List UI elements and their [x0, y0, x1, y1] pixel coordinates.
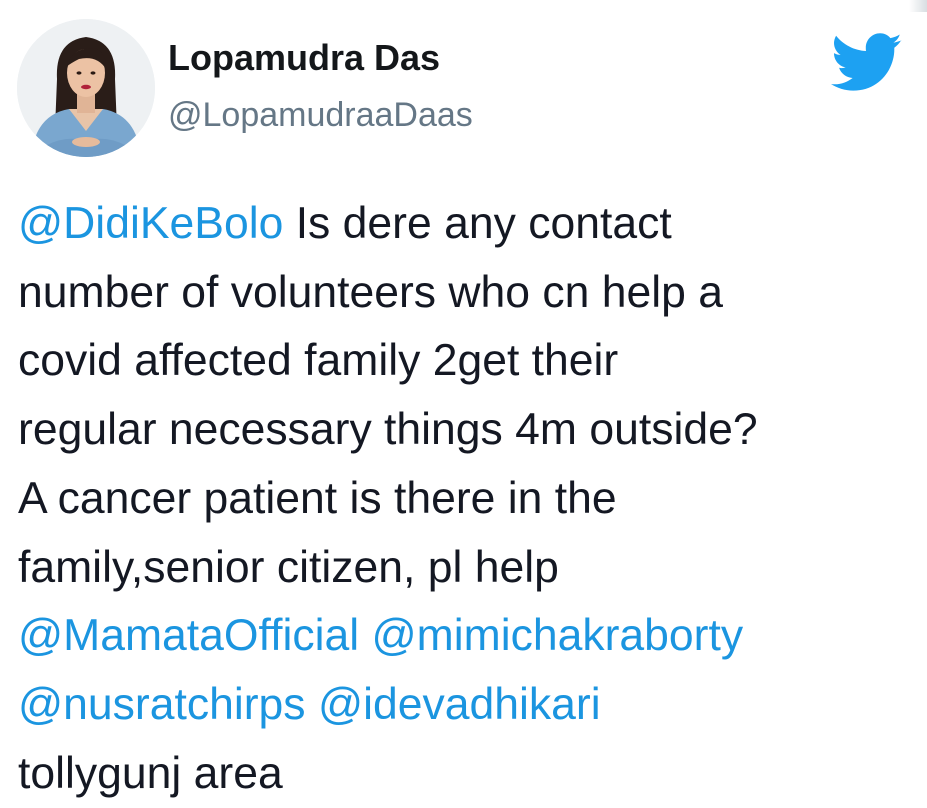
tweet-line: covid affected family 2get their — [18, 327, 918, 396]
tweet-text-segment: A cancer patient is there in the — [18, 473, 617, 523]
tweet-text-segment: family,senior citizen, pl help — [18, 542, 559, 592]
tweet-text-segment: Is dere any contact — [283, 199, 672, 248]
mention-link[interactable]: @nusratchirps — [18, 680, 306, 729]
avatar[interactable] — [17, 19, 155, 157]
tweet-text-segment: regular necessary things 4m outside? — [18, 405, 758, 455]
tweet-text-segment: tollygunj area — [18, 748, 283, 798]
tweet-line: A cancer patient is there in the — [18, 465, 918, 534]
twitter-bird-icon[interactable] — [831, 33, 903, 93]
tweet-line: number of volunteers who cn help a — [18, 259, 918, 328]
mention-link[interactable]: @mimichakraborty — [372, 611, 744, 660]
tweet-text-segment: number of volunteers who cn help a — [18, 267, 724, 317]
tweet-line: tollygunj area — [18, 740, 918, 808]
tweet-text-segment — [306, 680, 318, 729]
tweet-text: @DidiKeBolo Is dere any contact number o… — [18, 190, 918, 808]
author-handle[interactable]: @LopamudraaDaas — [168, 98, 473, 132]
tweet-text-segment: covid affected family 2get their — [18, 336, 619, 386]
tweet-text-segment — [359, 611, 371, 660]
corner-shadow — [909, 0, 927, 12]
avatar-image — [17, 19, 155, 157]
mention-link[interactable]: @MamataOfficial — [18, 611, 359, 660]
mention-link[interactable]: @DidiKeBolo — [18, 199, 283, 248]
tweet-line: regular necessary things 4m outside? — [18, 396, 918, 465]
mention-link[interactable]: @idevadhikari — [318, 680, 601, 729]
tweet-line: @DidiKeBolo Is dere any contact — [18, 190, 918, 259]
tweet-card: Lopamudra Das @LopamudraaDaas @DidiKeBol… — [0, 0, 927, 798]
tweet-line: @nusratchirps @idevadhikari — [18, 671, 918, 740]
author-display-name[interactable]: Lopamudra Das — [168, 40, 440, 76]
tweet-line: family,senior citizen, pl help — [18, 534, 918, 603]
tweet-line: @MamataOfficial @mimichakraborty — [18, 602, 918, 671]
